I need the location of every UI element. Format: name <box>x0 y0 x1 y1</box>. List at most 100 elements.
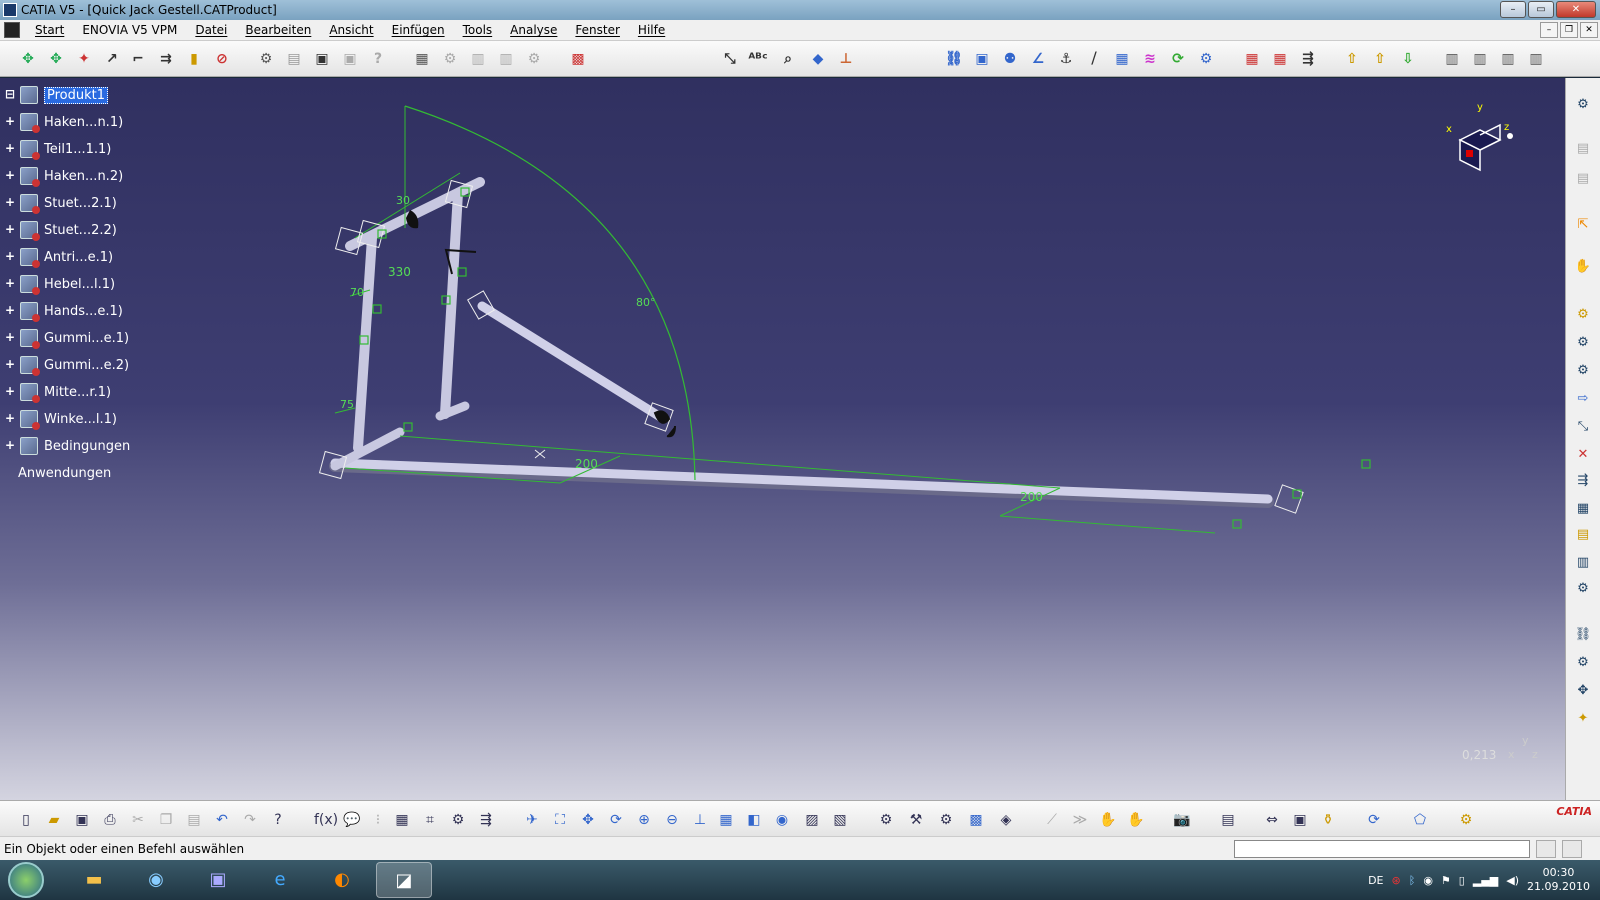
publication-icon[interactable]: ⇧ <box>1342 49 1362 69</box>
tree-applications[interactable]: Anwendungen <box>18 462 111 484</box>
update-icon[interactable]: ⊘ <box>212 49 232 69</box>
snap-tool-icon[interactable]: ⟋ <box>1042 810 1062 830</box>
app-window-icon[interactable]: ▣ <box>190 862 246 898</box>
bom-icon[interactable]: ▥ <box>496 49 516 69</box>
video-icon[interactable]: ▤ <box>1218 810 1238 830</box>
maximize-button[interactable]: ▭ <box>1528 1 1554 18</box>
existing-component-icon[interactable]: ▤ <box>284 49 304 69</box>
tree-node[interactable]: + Gummi...e.2) <box>4 354 129 376</box>
tree-node-label[interactable]: Gummi...e.2) <box>44 358 129 373</box>
tree-node[interactable]: + Gummi...e.1) <box>4 327 129 349</box>
replace-icon[interactable]: ▦ <box>412 49 432 69</box>
hide-show-icon[interactable]: ▨ <box>802 810 822 830</box>
dim-text-330[interactable]: 330 <box>388 265 411 279</box>
apply-scene-icon[interactable]: ▥ <box>1470 49 1490 69</box>
undo-icon[interactable]: ↶ <box>212 810 232 830</box>
fly-mode-icon[interactable]: ✈ <box>522 810 542 830</box>
paste-icon[interactable]: ▤ <box>184 810 204 830</box>
tree-expand-icon[interactable]: + <box>4 331 16 344</box>
status-button-2[interactable] <box>1562 840 1582 858</box>
new-component-icon[interactable]: ▣ <box>340 49 360 69</box>
split-icon[interactable]: ▦ <box>1242 49 1262 69</box>
base-tube[interactable] <box>330 458 1273 504</box>
menu-fenster[interactable]: Fenster <box>566 23 629 37</box>
menu-hilfe[interactable]: Hilfe <box>629 23 674 37</box>
angle-constraint-icon[interactable]: ∠ <box>1028 49 1048 69</box>
simulation-icon[interactable]: ⚙ <box>1572 360 1594 382</box>
graph-icon[interactable]: ⇶ <box>476 810 496 830</box>
formula-icon[interactable]: f(x) <box>314 810 338 830</box>
weld-icon[interactable]: ◆ <box>808 49 828 69</box>
menu-einfuegen[interactable]: Einfügen <box>383 23 454 37</box>
distance-icon[interactable]: ⇶ <box>1572 470 1594 492</box>
tree-root[interactable]: ⊟ Produkt1 <box>4 84 109 106</box>
menu-ansicht[interactable]: Ansicht <box>320 23 382 37</box>
tree-node[interactable]: + Stuet...2.2) <box>4 219 117 241</box>
tree-icon[interactable]: ⌗ <box>420 810 440 830</box>
menu-start[interactable]: Start <box>26 23 73 37</box>
tree-node-label[interactable]: Haken...n.1) <box>44 115 123 130</box>
tree-node-label[interactable]: Stuet...2.2) <box>44 223 117 238</box>
joint-icon[interactable]: ⚙ <box>1572 332 1594 354</box>
tree-node[interactable]: + Hands...e.1) <box>4 300 123 322</box>
menu-analyse[interactable]: Analyse <box>501 23 566 37</box>
knowledge-icon[interactable]: ⁝ <box>368 810 388 830</box>
tree-expand-icon[interactable]: ⊟ <box>4 88 16 101</box>
language-indicator[interactable]: DE <box>1368 874 1383 887</box>
dim-text-200b[interactable]: 200 <box>1020 490 1043 504</box>
close-button[interactable]: ✕ <box>1556 1 1596 18</box>
explode-icon[interactable]: ✦ <box>74 49 94 69</box>
eraser-icon[interactable]: ⬠ <box>1410 810 1430 830</box>
measure-item-icon[interactable]: ▣ <box>1290 810 1310 830</box>
menu-tools[interactable]: Tools <box>454 23 502 37</box>
analysis-icon[interactable]: ⚙ <box>876 810 896 830</box>
tree-applications-label[interactable]: Anwendungen <box>18 466 111 481</box>
stop-manipulate-icon[interactable]: ↗ <box>102 49 122 69</box>
copy-icon[interactable]: ❐ <box>156 810 176 830</box>
dim-text-200a[interactable]: 200 <box>575 457 598 471</box>
pan-icon[interactable]: ✥ <box>578 810 598 830</box>
numbering-icon[interactable]: ▥ <box>468 49 488 69</box>
remove-publish-icon[interactable]: ⇩ <box>1398 49 1418 69</box>
doc-minimize-button[interactable]: – <box>1540 22 1558 38</box>
network-icon[interactable]: ▂▄▆ <box>1473 874 1498 887</box>
tree-expand-icon[interactable]: + <box>4 250 16 263</box>
fix-icon[interactable]: ▮ <box>184 49 204 69</box>
doc-close-button[interactable]: ✕ <box>1580 22 1598 38</box>
swept-volume-icon[interactable]: ▤ <box>1572 524 1594 546</box>
zoom-out-icon[interactable]: ⊖ <box>662 810 682 830</box>
update-all-icon[interactable]: ⟳ <box>1364 810 1384 830</box>
space-analysis-icon[interactable]: ▥ <box>1498 49 1518 69</box>
manipulation-icon[interactable]: ✥ <box>18 49 38 69</box>
tree-node[interactable]: + Stuet...2.1) <box>4 192 117 214</box>
flag-note-icon[interactable]: ⌕ <box>778 49 798 69</box>
volume-icon[interactable]: ◀) <box>1506 874 1519 887</box>
settings-icon[interactable]: ⚙ <box>936 810 956 830</box>
tree-node[interactable]: + Bedingungen <box>4 435 130 457</box>
tree-node[interactable]: + Teil1...1.1) <box>4 138 111 160</box>
multi-view-icon[interactable]: ▦ <box>716 810 736 830</box>
multi-instance-icon[interactable]: ⚙ <box>524 49 544 69</box>
flexible-icon[interactable]: ≋ <box>1140 49 1160 69</box>
dress-up-icon[interactable]: ⛓ <box>1572 624 1594 646</box>
bluetooth-icon[interactable]: ᛒ <box>1409 874 1416 887</box>
tree-expand-icon[interactable]: + <box>4 169 16 182</box>
clash-detect-icon[interactable]: ✕ <box>1572 444 1594 466</box>
tree-node-label[interactable]: Stuet...2.1) <box>44 196 117 211</box>
catia-menu-logo-icon[interactable] <box>4 22 20 38</box>
annotation-plane-icon[interactable]: ⊥ <box>836 49 856 69</box>
tree-expand-icon[interactable]: + <box>4 439 16 452</box>
catalog-icon[interactable]: ⚙ <box>256 49 276 69</box>
assembly-feature-icon[interactable]: ▤ <box>1572 168 1594 190</box>
antivirus-icon[interactable]: ⊛ <box>1391 874 1400 887</box>
change-constraint-icon[interactable]: ⟳ <box>1168 49 1188 69</box>
tree-expand-icon[interactable]: + <box>4 223 16 236</box>
catalog-browser-icon[interactable]: ⚒ <box>906 810 926 830</box>
assembly-constraint-convert-icon[interactable]: ✦ <box>1572 708 1594 730</box>
tree-node[interactable]: + Hebel...l.1) <box>4 273 115 295</box>
coincidence-icon[interactable]: ⛓ <box>944 49 964 69</box>
new-product-icon[interactable]: ▣ <box>312 49 332 69</box>
offset-icon[interactable]: ⇉ <box>156 49 176 69</box>
doc-restore-button[interactable]: ❐ <box>1560 22 1578 38</box>
command-input[interactable] <box>1234 840 1530 858</box>
